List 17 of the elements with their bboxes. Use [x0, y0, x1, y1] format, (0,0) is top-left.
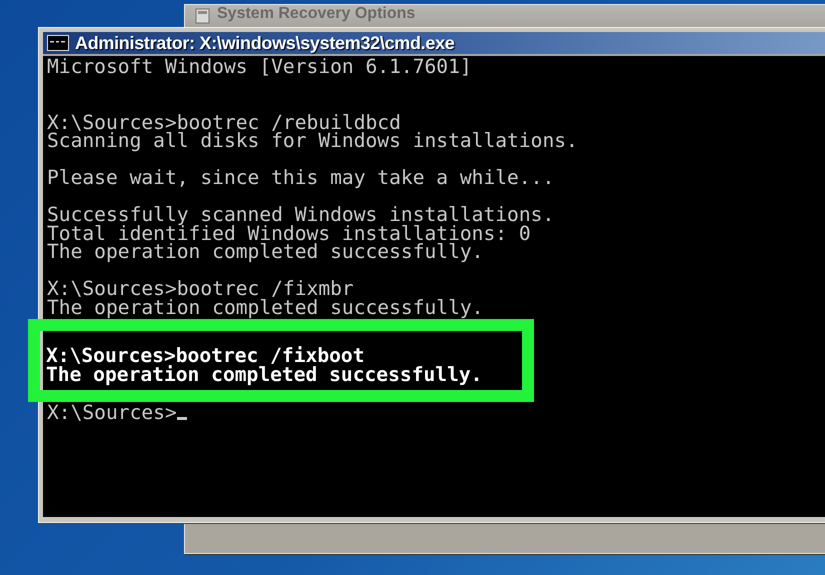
console-icon [47, 35, 69, 51]
console-line: The operation completed successfully. [46, 366, 482, 384]
console-line: X:\Sources>bootrec /rebuildbcd [47, 114, 401, 132]
console-line: X:\Sources>bootrec /fixmbr [47, 280, 354, 298]
console-line: The operation completed successfully. [47, 243, 484, 262]
console-line: Scanning all disks for Windows installations. [47, 132, 578, 150]
window-title: Administrator: X:\windows\system32\cmd.exe [75, 32, 455, 54]
console-line: Successfully scanned Windows installations. [47, 206, 554, 224]
window-title: System Recovery Options [217, 5, 416, 23]
console-line: Please wait, since this may take a while... [47, 169, 554, 188]
console-line: X:\Sources>bootrec /fixboot [46, 347, 365, 366]
text-cursor [176, 416, 187, 420]
console-prompt: X:\Sources> [47, 404, 177, 422]
console-line: Total identified Windows installations: 0 [47, 224, 531, 243]
console-line: Microsoft Windows [Version 6.1.7601] [47, 58, 472, 76]
window-icon [195, 8, 211, 24]
console-line: The operation completed successfully. [47, 298, 484, 317]
